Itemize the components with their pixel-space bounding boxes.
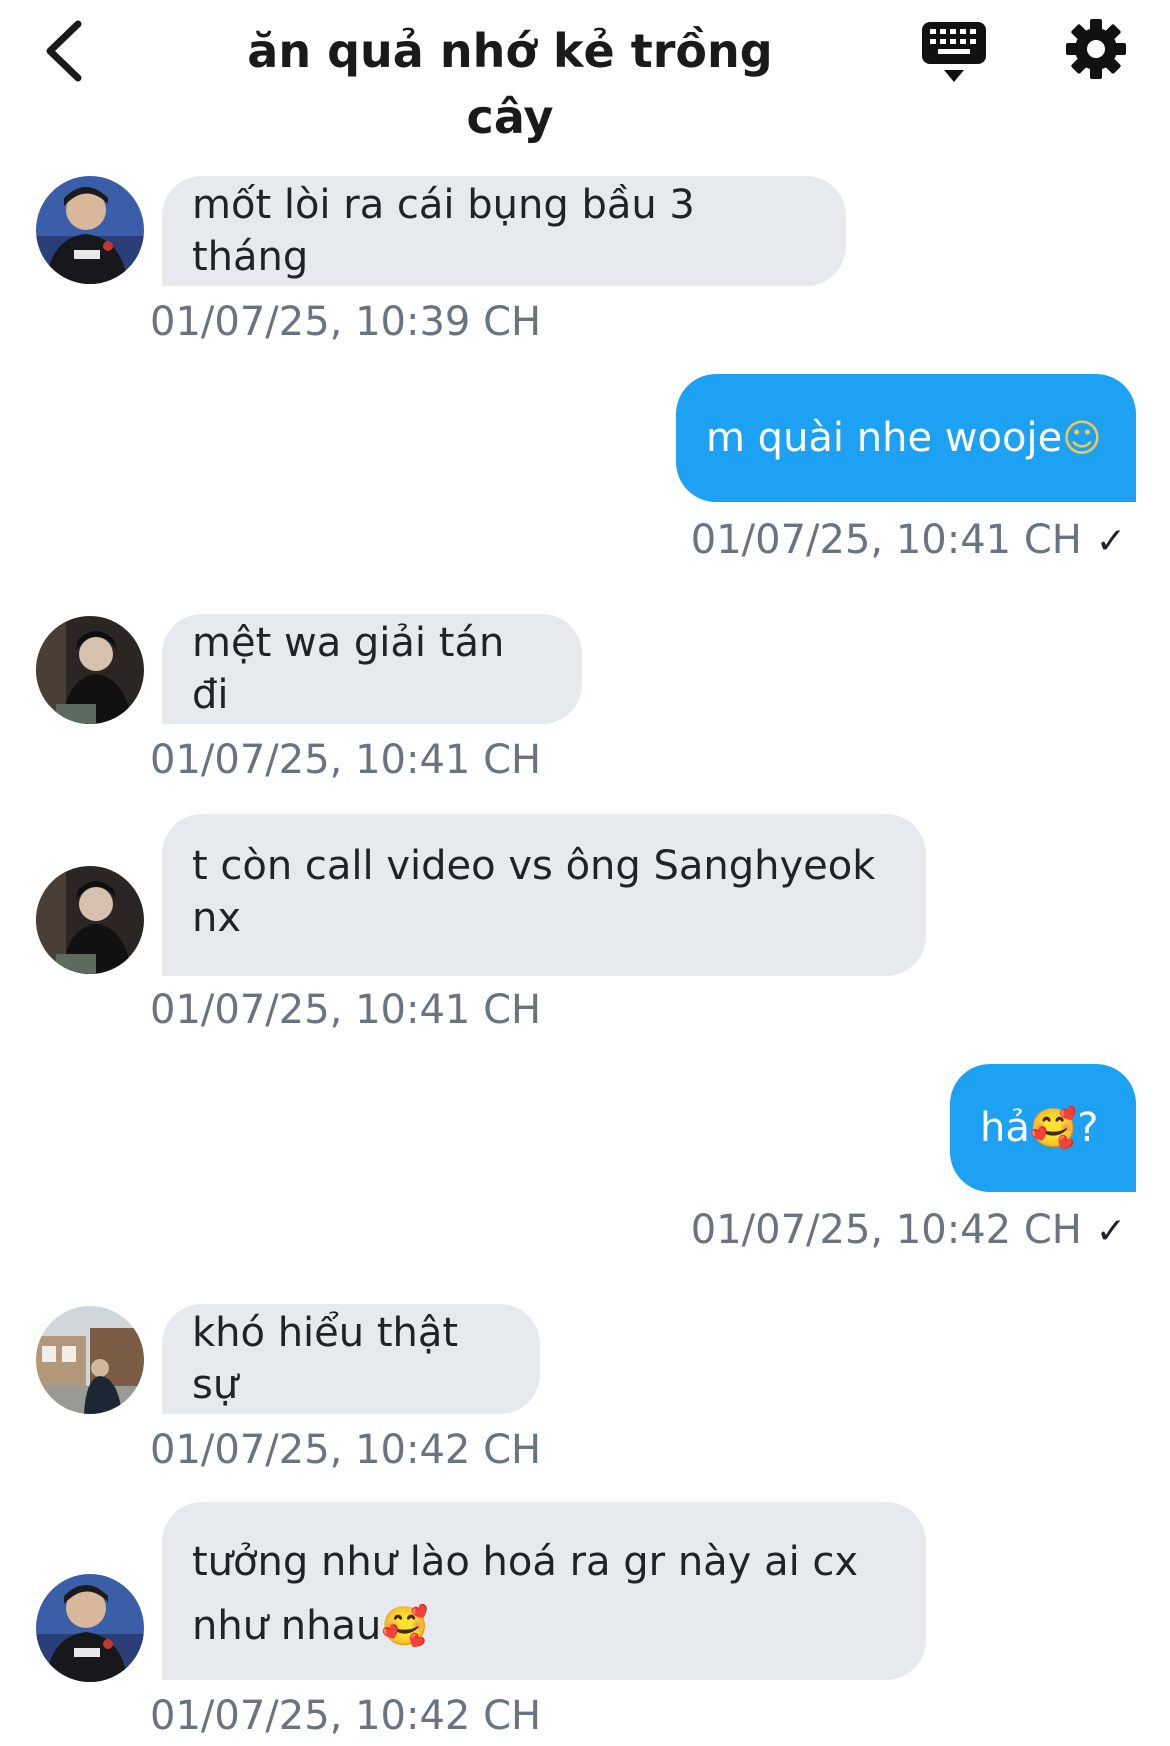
settings-gear-icon[interactable] xyxy=(1064,16,1128,82)
message-timestamp-row: 01/07/25, 10:41 CH ✓ xyxy=(691,516,1126,566)
message-text-line-2: nx xyxy=(192,895,242,941)
avatar-jersey[interactable] xyxy=(36,176,144,284)
message-bubble-incoming[interactable]: t còn call video vs ông Sanghyeok nx xyxy=(162,814,926,976)
message-timestamp: 01/07/25, 10:39 CH xyxy=(150,299,542,345)
message-text-line-1: tưởng như lào hoá ra gr này ai cx xyxy=(192,1539,859,1585)
message-timestamp: 01/07/25, 10:42 CH xyxy=(690,1207,1082,1253)
sent-check-icon: ✓ xyxy=(1095,1211,1126,1252)
message-bubble-incoming[interactable]: mệt wa giải tán đi xyxy=(162,614,582,724)
message-text-line-2-wrap: như nhau🥰 xyxy=(192,1594,429,1658)
message-text: mệt wa giải tán đi xyxy=(192,620,505,718)
message-bubble-outgoing[interactable]: m quài nhe wooje ☺ xyxy=(676,374,1136,502)
conversation-title: ăn quả nhớ kẻ trồng cây xyxy=(247,24,773,144)
back-chevron-icon[interactable] xyxy=(38,18,98,84)
smiling-face-emoji: ☺ xyxy=(1062,416,1102,460)
avatar-dark[interactable] xyxy=(36,616,144,724)
message-timestamp: 01/07/25, 10:41 CH xyxy=(150,987,542,1033)
message-text: khó hiểu thật sự xyxy=(192,1310,459,1408)
avatar-jersey[interactable] xyxy=(36,1574,144,1682)
chat-header: ăn quả nhớ kẻ trồng cây xyxy=(0,0,1170,144)
message-bubble-outgoing[interactable]: hả 🥰 ? xyxy=(950,1064,1136,1192)
message-timestamp: 01/07/25, 10:42 CH xyxy=(150,1693,542,1739)
avatar-dark[interactable] xyxy=(36,866,144,974)
message-text-line-1: t còn call video vs ông Sanghyeok xyxy=(192,843,876,889)
smiling-hearts-emoji: 🥰 xyxy=(1029,1106,1078,1150)
message-timestamp: 01/07/25, 10:41 CH xyxy=(690,517,1082,563)
message-text: hả xyxy=(980,1105,1030,1151)
message-timestamp: 01/07/25, 10:41 CH xyxy=(150,737,542,783)
message-text: m quài nhe wooje xyxy=(706,415,1063,461)
message-text: mốt lòi ra cái bụng bầu 3 tháng xyxy=(192,182,695,280)
message-timestamp-row: 01/07/25, 10:42 CH ✓ xyxy=(691,1206,1126,1256)
message-bubble-incoming[interactable]: khó hiểu thật sự xyxy=(162,1304,540,1414)
keyboard-icon[interactable] xyxy=(918,18,990,88)
message-text-line-2: như nhau xyxy=(192,1603,382,1649)
message-timestamp: 01/07/25, 10:42 CH xyxy=(150,1427,542,1473)
sent-check-icon: ✓ xyxy=(1095,521,1126,562)
message-text-suffix: ? xyxy=(1077,1105,1099,1151)
avatar-street[interactable] xyxy=(36,1306,144,1414)
smiling-hearts-emoji: 🥰 xyxy=(381,1604,429,1648)
message-bubble-incoming[interactable]: tưởng như lào hoá ra gr này ai cx như nh… xyxy=(162,1502,926,1680)
message-bubble-incoming[interactable]: mốt lòi ra cái bụng bầu 3 tháng xyxy=(162,176,846,286)
